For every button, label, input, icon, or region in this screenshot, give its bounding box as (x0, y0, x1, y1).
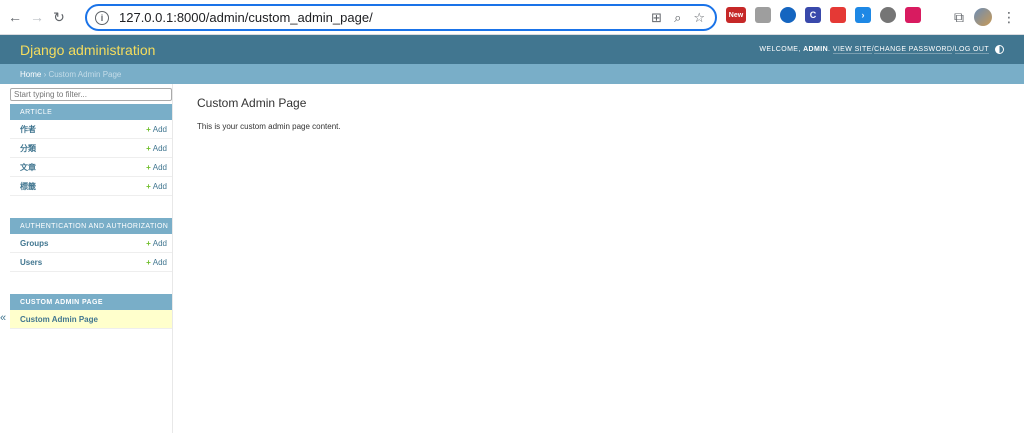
add-label: Add (152, 162, 167, 172)
plus-icon: + (146, 124, 151, 134)
add-label: Add (152, 124, 167, 134)
breadcrumb: Home › Custom Admin Page (0, 64, 1024, 84)
model-link[interactable]: Users (20, 258, 42, 267)
avatar[interactable] (974, 8, 992, 26)
breadcrumb-current: Custom Admin Page (48, 69, 122, 79)
nav-filter-input[interactable] (10, 88, 172, 101)
menu-kebab-icon[interactable]: ⋮ (1002, 9, 1016, 26)
breadcrumb-sep: › (41, 69, 49, 79)
add-link[interactable]: + Add (146, 182, 167, 191)
extension-icon[interactable] (755, 7, 771, 23)
reload-icon[interactable]: ↻ (48, 6, 70, 28)
change-password-link[interactable]: Change password (874, 46, 953, 54)
new-badge-extension-icon[interactable]: New (726, 7, 746, 23)
translate-icon[interactable]: ⊞ (651, 10, 662, 26)
add-label: Add (152, 257, 167, 267)
module-caption[interactable]: Authentication and Authorization (10, 218, 172, 234)
list-item: 文章 + Add (10, 158, 172, 177)
view-site-link[interactable]: View site (832, 46, 872, 54)
url-text[interactable]: 127.0.0.1:8000/admin/custom_admin_page/ (119, 10, 373, 25)
list-item: Users + Add (10, 253, 172, 272)
extensions-bar: New C › (726, 7, 921, 23)
plus-icon: + (146, 162, 151, 172)
module-gap (10, 272, 172, 292)
zoom-icon[interactable]: ⌕ (674, 10, 681, 26)
module-auth: Authentication and Authorization Groups … (10, 218, 172, 272)
add-label: Add (152, 181, 167, 191)
module-caption[interactable]: Article (10, 104, 172, 120)
username: admin (803, 46, 829, 53)
user-tools: Welcome, admin. View site / Change passw… (759, 45, 1004, 54)
site-branding[interactable]: Django administration (20, 42, 155, 58)
list-item: Custom Admin Page (10, 310, 172, 329)
model-link[interactable]: 作者 (20, 124, 36, 135)
nav-sidebar: Article 作者 +Add 分類 +Add 文章 +Add 標籤 +Add … (10, 84, 173, 433)
extension-icon[interactable]: C (805, 7, 821, 23)
plus-icon: + (146, 257, 151, 267)
module-gap (10, 196, 172, 216)
plus-icon: + (146, 238, 151, 248)
module-custom-admin-page: Custom Admin Page Custom Admin Page (10, 294, 172, 329)
list-item: 分類 + Add (10, 139, 172, 158)
content-area: Custom Admin Page This is your custom ad… (173, 84, 341, 433)
add-link[interactable]: + Add (146, 125, 167, 134)
list-item: Groups + Add (10, 234, 172, 253)
extension-icon[interactable]: › (855, 7, 871, 23)
add-link[interactable]: + Add (146, 258, 167, 267)
module-article: Article 作者 + Add 分類 + Add 文章 + Add 標籤 + Add (10, 104, 172, 196)
browser-toolbar: ← → ↻ i 127.0.0.1:8000/admin/custom_admi… (0, 0, 1024, 35)
add-label: Add (152, 143, 167, 153)
model-link[interactable]: 文章 (20, 162, 36, 173)
add-link[interactable]: + Add (146, 144, 167, 153)
sidebar-toggle-icon[interactable]: « (0, 312, 10, 324)
model-link[interactable]: Custom Admin Page (20, 315, 98, 324)
add-label: Add (152, 238, 167, 248)
plus-icon: + (146, 181, 151, 191)
plus-icon: + (146, 143, 151, 153)
model-link[interactable]: Groups (20, 239, 48, 248)
model-link[interactable]: 標籤 (20, 181, 36, 192)
page-body-text: This is your custom admin page content. (197, 122, 341, 131)
extension-icon[interactable] (905, 7, 921, 23)
main-container: « Article 作者 +Add 分類 +Add 文章 +Add 標籤 +Ad… (0, 84, 1024, 433)
theme-toggle-icon[interactable] (995, 45, 1004, 54)
add-link[interactable]: + Add (146, 239, 167, 248)
log-out-link[interactable]: Log out (954, 46, 989, 54)
list-item: 作者 + Add (10, 120, 172, 139)
extension-icon[interactable] (780, 7, 796, 23)
puzzle-icon[interactable]: ⧉ (954, 9, 964, 26)
add-link[interactable]: + Add (146, 163, 167, 172)
list-item: 標籤 + Add (10, 177, 172, 196)
address-bar[interactable]: i 127.0.0.1:8000/admin/custom_admin_page… (85, 4, 717, 31)
star-icon[interactable]: ☆ (693, 10, 705, 26)
site-info-icon[interactable]: i (95, 10, 109, 25)
model-link[interactable]: 分類 (20, 143, 36, 154)
module-caption[interactable]: Custom Admin Page (10, 294, 172, 310)
breadcrumb-home[interactable]: Home (20, 70, 41, 79)
forward-arrow-icon[interactable]: → (26, 6, 48, 28)
extension-icon[interactable] (880, 7, 896, 23)
extension-icon[interactable] (830, 7, 846, 23)
welcome-text: Welcome, (759, 46, 801, 53)
page-title: Custom Admin Page (197, 96, 307, 110)
back-arrow-icon[interactable]: ← (4, 6, 26, 28)
django-header: Django administration Welcome, admin. Vi… (0, 35, 1024, 64)
